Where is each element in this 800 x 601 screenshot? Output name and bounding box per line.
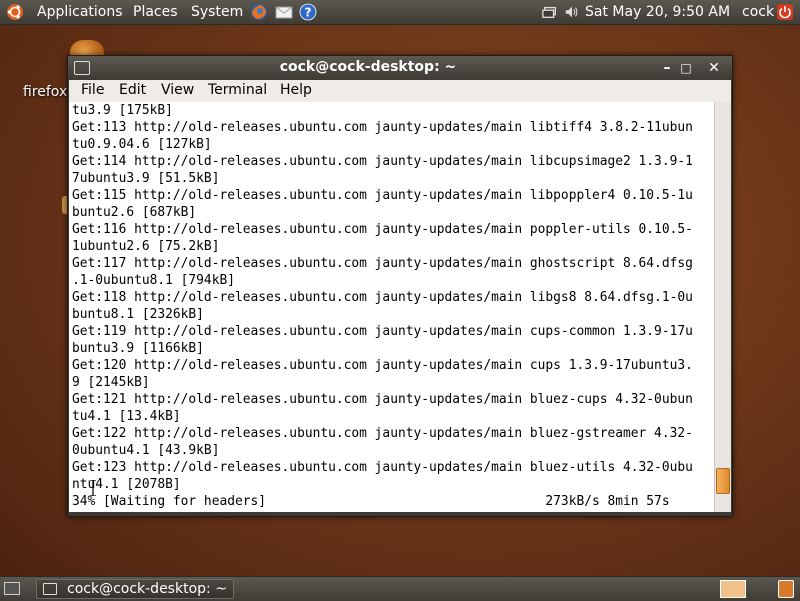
close-icon[interactable]: ✕: [705, 59, 723, 77]
text-cursor-icon: [90, 480, 96, 496]
places-menu[interactable]: Places: [133, 3, 178, 21]
terminal-text: tu3.9 [175kB] Get:113 http://old-release…: [72, 103, 693, 509]
scrollbar-thumb[interactable]: [716, 468, 730, 494]
shutdown-icon[interactable]: [776, 3, 794, 21]
trash-icon[interactable]: [778, 580, 794, 598]
system-menu[interactable]: System: [191, 3, 243, 21]
terminal-window: cock@cock-desktop: ~ – □ ✕ File Edit Vie…: [67, 55, 733, 517]
menu-terminal[interactable]: Terminal: [208, 82, 267, 98]
firefox-desktop-label[interactable]: firefox: [23, 84, 67, 100]
volume-icon[interactable]: [564, 3, 580, 21]
window-titlebar[interactable]: cock@cock-desktop: ~ – □ ✕: [68, 56, 732, 80]
minimize-icon[interactable]: –: [658, 59, 676, 77]
taskbar-terminal-button[interactable]: cock@cock-desktop: ~: [36, 579, 234, 599]
svg-text:?: ?: [305, 6, 312, 20]
maximize-icon[interactable]: □: [677, 59, 695, 77]
scrollbar[interactable]: [714, 102, 731, 512]
menu-view[interactable]: View: [161, 82, 194, 98]
menu-help[interactable]: Help: [280, 82, 312, 98]
network-icon[interactable]: [542, 3, 558, 21]
mail-icon[interactable]: [275, 3, 293, 21]
top-panel: Applications Places System ? Sat May 20,…: [0, 0, 800, 25]
ubuntu-logo-icon[interactable]: [6, 3, 24, 21]
clock[interactable]: Sat May 20, 9:50 AM: [585, 3, 730, 21]
help-icon[interactable]: ?: [299, 3, 317, 21]
user-name[interactable]: cock: [742, 3, 774, 21]
applications-menu[interactable]: Applications: [37, 3, 123, 21]
bottom-panel: cock@cock-desktop: ~: [0, 576, 800, 601]
workspace-switcher[interactable]: [720, 580, 746, 598]
taskbar-label: cock@cock-desktop: ~: [67, 581, 227, 597]
menu-bar: File Edit View Terminal Help: [69, 80, 731, 102]
menu-edit[interactable]: Edit: [119, 82, 146, 98]
terminal-output[interactable]: tu3.9 [175kB] Get:113 http://old-release…: [69, 102, 714, 512]
show-desktop-icon[interactable]: [4, 582, 20, 595]
window-title: cock@cock-desktop: ~: [279, 59, 457, 75]
terminal-icon: [43, 583, 57, 595]
menu-file[interactable]: File: [81, 82, 104, 98]
firefox-icon[interactable]: [250, 3, 268, 21]
